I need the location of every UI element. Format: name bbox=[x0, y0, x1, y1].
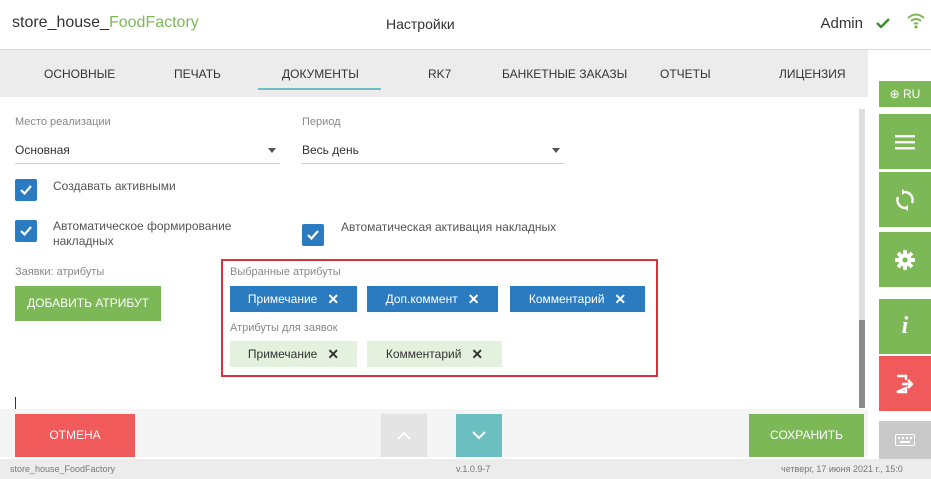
checkmark-icon bbox=[307, 230, 319, 240]
requests-attributes-label: Заявки: атрибуты bbox=[15, 266, 105, 278]
tab-documents[interactable]: ДОКУМЕНТЫ bbox=[282, 67, 359, 81]
available-attributes-label: Атрибуты для заявок bbox=[230, 322, 338, 334]
menu-icon bbox=[895, 134, 915, 149]
auto-form-checkbox[interactable] bbox=[15, 220, 37, 242]
scroll-down-button[interactable] bbox=[456, 414, 502, 457]
selected-attributes-label: Выбранные атрибуты bbox=[230, 266, 341, 278]
auto-activate-checkbox[interactable] bbox=[302, 224, 324, 246]
scroll-up-button[interactable] bbox=[381, 414, 427, 457]
selected-attribute-chip[interactable]: Комментарий ✕ bbox=[510, 286, 645, 312]
cancel-button[interactable]: ОТМЕНА bbox=[15, 414, 135, 457]
tab-basic[interactable]: ОСНОВНЫЕ bbox=[44, 67, 115, 81]
available-attribute-chip[interactable]: Комментарий ✕ bbox=[367, 341, 502, 367]
remove-icon[interactable]: ✕ bbox=[468, 291, 480, 308]
gear-icon bbox=[895, 249, 915, 270]
checkmark-icon bbox=[20, 226, 32, 236]
text-cursor bbox=[15, 397, 16, 409]
app-title: store_house_FoodFactory bbox=[12, 14, 199, 31]
place-label: Место реализации bbox=[15, 116, 111, 128]
tab-bar: ОСНОВНЫЕ ПЕЧАТЬ ДОКУМЕНТЫ RK7 БАНКЕТНЫЕ … bbox=[0, 50, 868, 97]
dropdown-arrow-icon bbox=[268, 148, 276, 153]
status-version: v.1.0.9-7 bbox=[456, 464, 491, 474]
tab-license[interactable]: ЛИЦЕНЗИЯ bbox=[779, 67, 846, 81]
settings-button[interactable] bbox=[879, 232, 931, 287]
remove-icon[interactable]: ✕ bbox=[327, 291, 339, 308]
save-button[interactable]: СОХРАНИТЬ bbox=[749, 414, 864, 457]
sync-icon bbox=[896, 188, 914, 211]
checkmark-icon bbox=[20, 185, 32, 195]
keyboard-button[interactable] bbox=[879, 421, 931, 459]
scrollbar-thumb[interactable] bbox=[859, 320, 865, 408]
top-bar: store_house_FoodFactory Настройки Admin bbox=[0, 0, 931, 50]
tab-rk7[interactable]: RK7 bbox=[428, 67, 451, 81]
logout-icon bbox=[896, 374, 914, 393]
page-title: Настройки bbox=[386, 16, 455, 32]
user-name: Admin bbox=[820, 15, 863, 32]
status-datetime: четверг, 17 июня 2021 г., 15:0 bbox=[781, 464, 903, 474]
menu-button[interactable] bbox=[879, 114, 931, 169]
keyboard-icon bbox=[895, 434, 915, 446]
remove-icon[interactable]: ✕ bbox=[471, 346, 483, 363]
sync-button[interactable] bbox=[879, 172, 931, 227]
create-active-label: Создавать активными bbox=[53, 179, 176, 193]
selected-attribute-chip[interactable]: Доп.коммент ✕ bbox=[367, 286, 498, 312]
tab-banquet-orders[interactable]: БАНКЕТНЫЕ ЗАКАЗЫ bbox=[502, 67, 627, 81]
status-app-name: store_house_FoodFactory bbox=[10, 464, 116, 474]
available-attribute-chip[interactable]: Примечание ✕ bbox=[230, 341, 357, 367]
remove-icon[interactable]: ✕ bbox=[614, 291, 626, 308]
chevron-up-icon bbox=[397, 431, 411, 440]
tab-print[interactable]: ПЕЧАТЬ bbox=[174, 67, 221, 81]
active-tab-indicator bbox=[258, 88, 381, 90]
remove-icon[interactable]: ✕ bbox=[327, 346, 339, 363]
auto-activate-label: Автоматическая активация накладных bbox=[341, 220, 557, 234]
tab-reports[interactable]: ОТЧЕТЫ bbox=[660, 67, 711, 81]
period-label: Период bbox=[302, 116, 341, 128]
dropdown-arrow-icon bbox=[552, 148, 560, 153]
logout-button[interactable] bbox=[879, 356, 931, 411]
wifi-icon bbox=[907, 13, 925, 29]
info-icon: i bbox=[901, 313, 909, 339]
place-select[interactable]: Основная bbox=[15, 136, 280, 164]
globe-icon: ⊕ bbox=[889, 87, 904, 101]
period-value: Весь день bbox=[302, 143, 359, 157]
chevron-down-icon bbox=[472, 431, 486, 440]
status-bar: store_house_FoodFactory v.1.0.9-7 четвер… bbox=[0, 459, 931, 479]
selected-attribute-chip[interactable]: Примечание ✕ bbox=[230, 286, 357, 312]
info-button[interactable]: i bbox=[879, 299, 931, 354]
add-attribute-button[interactable]: ДОБАВИТЬ АТРИБУТ bbox=[15, 286, 161, 321]
create-active-checkbox[interactable] bbox=[15, 179, 37, 201]
period-select[interactable]: Весь день bbox=[302, 136, 564, 164]
place-value: Основная bbox=[15, 143, 70, 157]
language-button[interactable]: ⊕ RU bbox=[879, 81, 931, 107]
check-icon bbox=[876, 18, 890, 28]
auto-form-label: Автоматическое формирование накладных bbox=[53, 219, 232, 248]
